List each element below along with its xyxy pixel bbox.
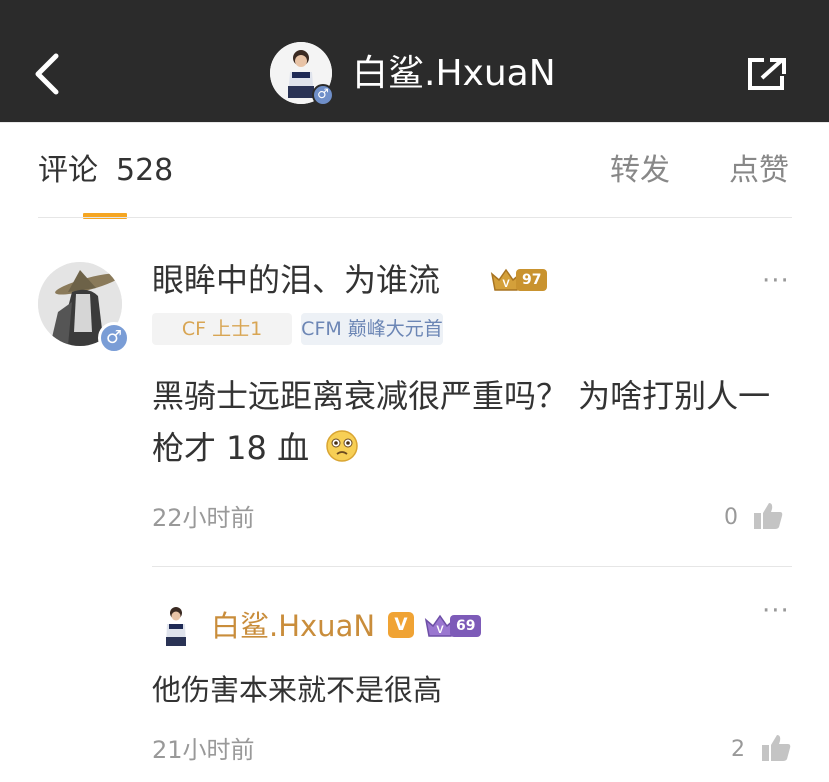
tab-bar: 评论 528 转发 点赞 xyxy=(0,122,829,219)
vip-badge: V xyxy=(388,612,414,638)
level-badge: V 69 xyxy=(424,612,482,640)
page-title: 白鲨.HxuaN xyxy=(352,53,556,94)
top-bar: ♂ 白鲨.HxuaN xyxy=(0,0,829,122)
share-icon xyxy=(748,58,786,90)
gender-badge: ♂ xyxy=(312,84,334,106)
back-arrow-icon xyxy=(35,53,59,95)
comment-like-count: 0 xyxy=(724,505,738,530)
tag-cfm-rank[interactable]: CFM 巅峰大元首 xyxy=(301,313,443,345)
svg-text:V: V xyxy=(502,278,510,290)
tab-like[interactable]: 点赞 xyxy=(729,151,789,191)
level-badge: V 97 xyxy=(490,266,548,294)
tab-comments[interactable]: 评论 528 xyxy=(38,151,173,191)
person-avatar-icon xyxy=(152,602,200,650)
comment-body: 黑骑士远距离衰减很严重吗？ 为啥打别人一枪才 18 血 xyxy=(152,377,771,467)
tab-comments-label: 评论 xyxy=(38,153,98,188)
level-number: 69 xyxy=(450,615,482,637)
comments-count: 528 xyxy=(116,153,174,188)
reply-like-count: 2 xyxy=(731,737,745,762)
reply-text: 他伤害本来就不是很高 xyxy=(152,673,443,707)
gender-badge: ♂ xyxy=(98,322,130,354)
divider xyxy=(152,566,792,567)
thumbs-up-icon[interactable] xyxy=(760,732,792,764)
svg-text:V: V xyxy=(436,624,444,636)
share-button[interactable] xyxy=(744,54,790,94)
comment-author-name[interactable]: 眼眸中的泪、为谁流 xyxy=(152,258,440,302)
reply-avatar[interactable] xyxy=(152,602,200,650)
comment-text: 黑骑士远距离衰减很严重吗？ 为啥打别人一枪才 18 血 xyxy=(152,370,802,474)
comment-time: 22小时前 xyxy=(152,504,255,532)
level-number: 97 xyxy=(516,269,548,291)
reply-author-name[interactable]: 白鲨.HxuaN xyxy=(211,606,375,646)
thumbs-up-icon[interactable] xyxy=(752,500,784,532)
back-button[interactable] xyxy=(28,46,72,102)
tag-cf-rank[interactable]: CF 上士1 xyxy=(152,313,292,345)
active-tab-indicator xyxy=(83,213,127,219)
tab-repost[interactable]: 转发 xyxy=(610,151,670,191)
more-icon[interactable]: ··· xyxy=(762,596,790,626)
reply-time: 21小时前 xyxy=(152,736,255,764)
more-icon[interactable]: ··· xyxy=(762,266,790,296)
emoji-icon xyxy=(326,430,358,462)
divider xyxy=(38,217,792,218)
